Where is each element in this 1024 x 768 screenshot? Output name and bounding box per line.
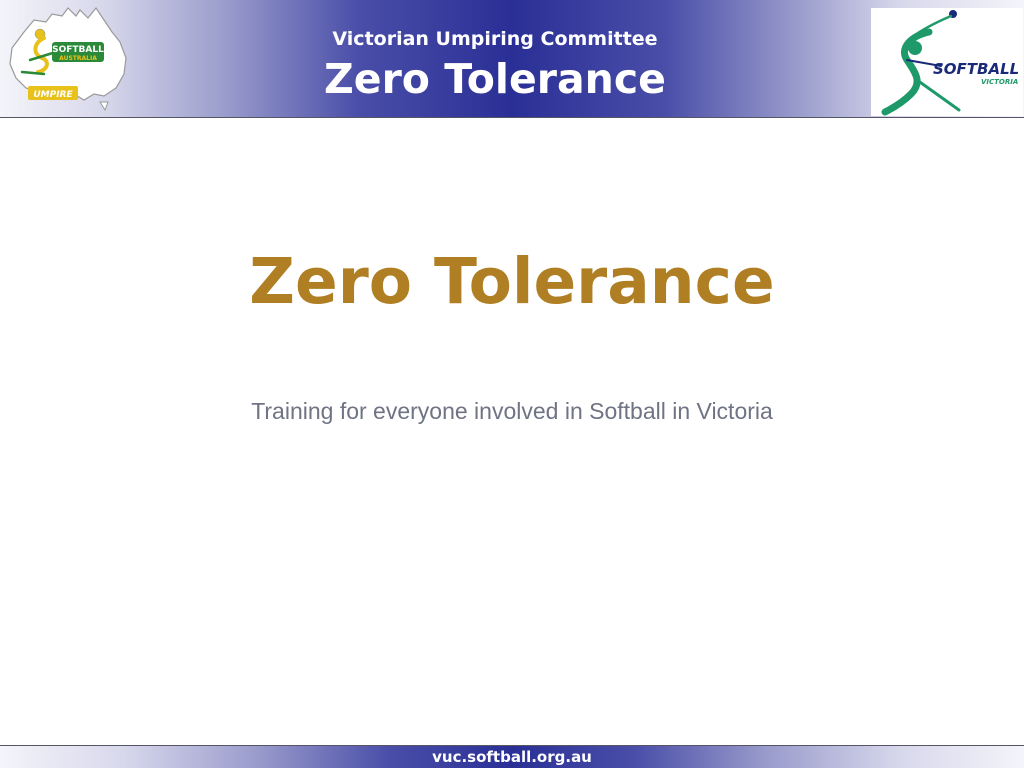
footer-band: vuc.softball.org.au xyxy=(0,745,1024,768)
committee-name: Victorian Umpiring Committee xyxy=(332,28,658,50)
header-band: SOFTBALL AUSTRALIA UMPIRE Victorian Umpi… xyxy=(0,0,1024,118)
header-title: Zero Tolerance xyxy=(324,55,666,103)
softball-victoria-logo: SOFTBALL VICTORIA xyxy=(871,8,1023,116)
logo-right-sub-wordmark: VICTORIA xyxy=(981,78,1018,86)
logo-left-badge: UMPIRE xyxy=(33,90,73,100)
subtitle: Training for everyone involved in Softba… xyxy=(251,398,773,424)
logo-left-sub-wordmark: AUSTRALIA xyxy=(59,55,97,62)
header-titles: Victorian Umpiring Committee Zero Tolera… xyxy=(250,26,740,104)
logo-right-wordmark: SOFTBALL xyxy=(933,60,1019,78)
main-title: Zero Tolerance xyxy=(249,245,775,318)
slide: SOFTBALL AUSTRALIA UMPIRE Victorian Umpi… xyxy=(0,0,1024,768)
softball-australia-umpire-logo: SOFTBALL AUSTRALIA UMPIRE xyxy=(4,2,128,114)
softball-victoria-icon: SOFTBALL VICTORIA xyxy=(881,10,1019,116)
logo-left-wordmark: SOFTBALL xyxy=(52,45,104,55)
footer-url[interactable]: vuc.softball.org.au xyxy=(432,748,592,766)
australia-map-icon: SOFTBALL AUSTRALIA UMPIRE xyxy=(9,6,127,112)
